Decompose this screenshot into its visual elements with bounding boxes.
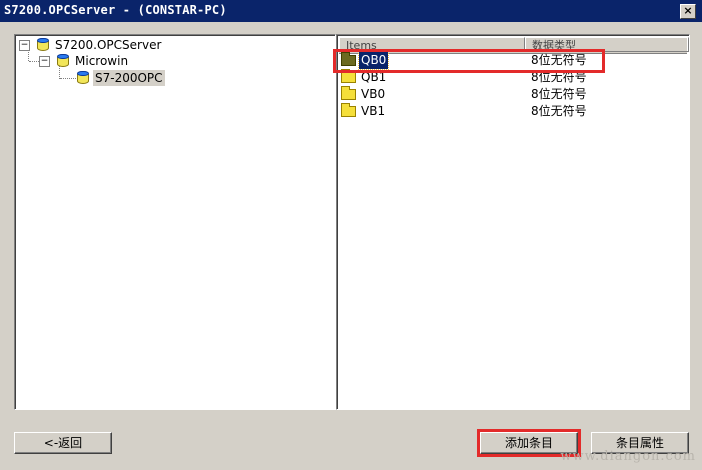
- item-type: 8位无符号: [531, 104, 587, 118]
- items-list[interactable]: Items 数据类型 QB0 8位无符号 QB1 8位无符号 VB0 8位无符号…: [336, 34, 690, 410]
- folder-icon: [341, 86, 356, 100]
- database-icon: [37, 38, 49, 52]
- window-title: S7200.OPCServer - (CONSTAR-PC): [4, 3, 227, 17]
- database-icon: [57, 54, 69, 68]
- title-bar: S7200.OPCServer - (CONSTAR-PC) ×: [0, 0, 702, 22]
- tree-node-label: S7-200OPC: [93, 70, 165, 86]
- item-name: VB1: [361, 104, 386, 118]
- item-type: 8位无符号: [531, 70, 587, 84]
- folder-icon: [341, 52, 356, 66]
- item-type: 8位无符号: [531, 53, 587, 67]
- column-header-datatype[interactable]: 数据类型: [525, 37, 689, 52]
- close-button[interactable]: ×: [680, 4, 696, 19]
- server-tree[interactable]: − S7200.OPCServer − Microwin S7-200OPC: [14, 34, 336, 410]
- item-name: QB0: [357, 51, 390, 70]
- list-item[interactable]: VB0 8位无符号: [341, 86, 681, 103]
- item-type: 8位无符号: [531, 87, 587, 101]
- folder-icon: [341, 69, 356, 83]
- column-header-items[interactable]: Items: [339, 37, 525, 52]
- list-item[interactable]: QB0 8位无符号: [341, 51, 681, 70]
- list-item[interactable]: VB1 8位无符号: [341, 103, 681, 120]
- tree-connector: [60, 78, 76, 79]
- tree-node-label: Microwin: [75, 54, 129, 68]
- watermark: www.diangon.com: [560, 449, 696, 464]
- folder-icon: [341, 103, 356, 117]
- back-button[interactable]: <-返回: [14, 432, 112, 454]
- collapse-icon[interactable]: −: [19, 40, 30, 51]
- collapse-icon[interactable]: −: [39, 56, 50, 67]
- database-icon: [77, 71, 89, 85]
- item-name: VB0: [361, 87, 386, 101]
- item-name: QB1: [361, 70, 387, 84]
- tree-node-label: S7200.OPCServer: [55, 38, 162, 52]
- list-item[interactable]: QB1 8位无符号: [341, 69, 681, 86]
